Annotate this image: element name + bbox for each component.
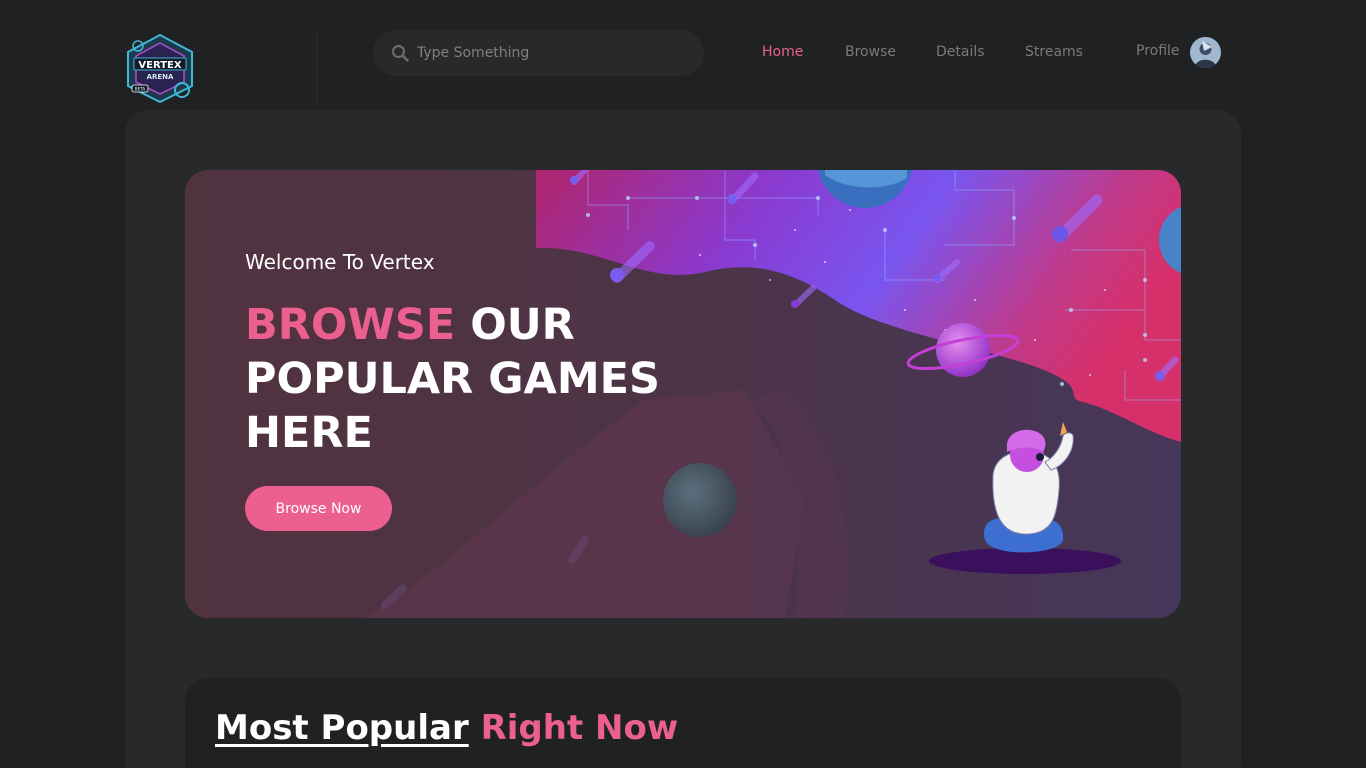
logo-text-arena: ARENA [147, 73, 174, 81]
search-input[interactable] [417, 30, 687, 76]
headline-accent: BROWSE [245, 300, 456, 350]
nav-profile[interactable]: Profile [1136, 43, 1180, 59]
nav-streams[interactable]: Streams [1025, 44, 1083, 60]
browse-now-button[interactable]: Browse Now [245, 486, 392, 531]
header: VERTEX ARENA BETA Home Browse Details St… [0, 0, 1366, 110]
avatar-image [1190, 37, 1221, 68]
most-popular-section: Most Popular Right Now [185, 678, 1181, 768]
nav-home[interactable]: Home [762, 44, 803, 60]
search-icon[interactable] [391, 44, 409, 62]
nav-browse[interactable]: Browse [845, 44, 896, 60]
welcome-text: Welcome To Vertex [245, 250, 435, 274]
header-divider [316, 30, 317, 104]
nav-details[interactable]: Details [936, 44, 985, 60]
search-bar[interactable] [373, 30, 704, 76]
vertex-arena-logo[interactable]: VERTEX ARENA BETA [124, 32, 196, 104]
logo-text-beta: BETA [135, 87, 145, 92]
avatar[interactable] [1190, 37, 1221, 68]
hero-headline: BROWSE OUR POPULAR GAMES HERE [245, 298, 665, 460]
hero-banner: Welcome To Vertex BROWSE OUR POPULAR GAM… [185, 170, 1181, 618]
section-title: Most Popular Right Now [215, 708, 678, 748]
section-title-main: Most Popular [215, 708, 469, 748]
logo-text-vertex: VERTEX [138, 60, 181, 71]
section-title-accent: Right Now [480, 708, 679, 748]
logo-graphic: VERTEX ARENA BETA [127, 33, 193, 104]
